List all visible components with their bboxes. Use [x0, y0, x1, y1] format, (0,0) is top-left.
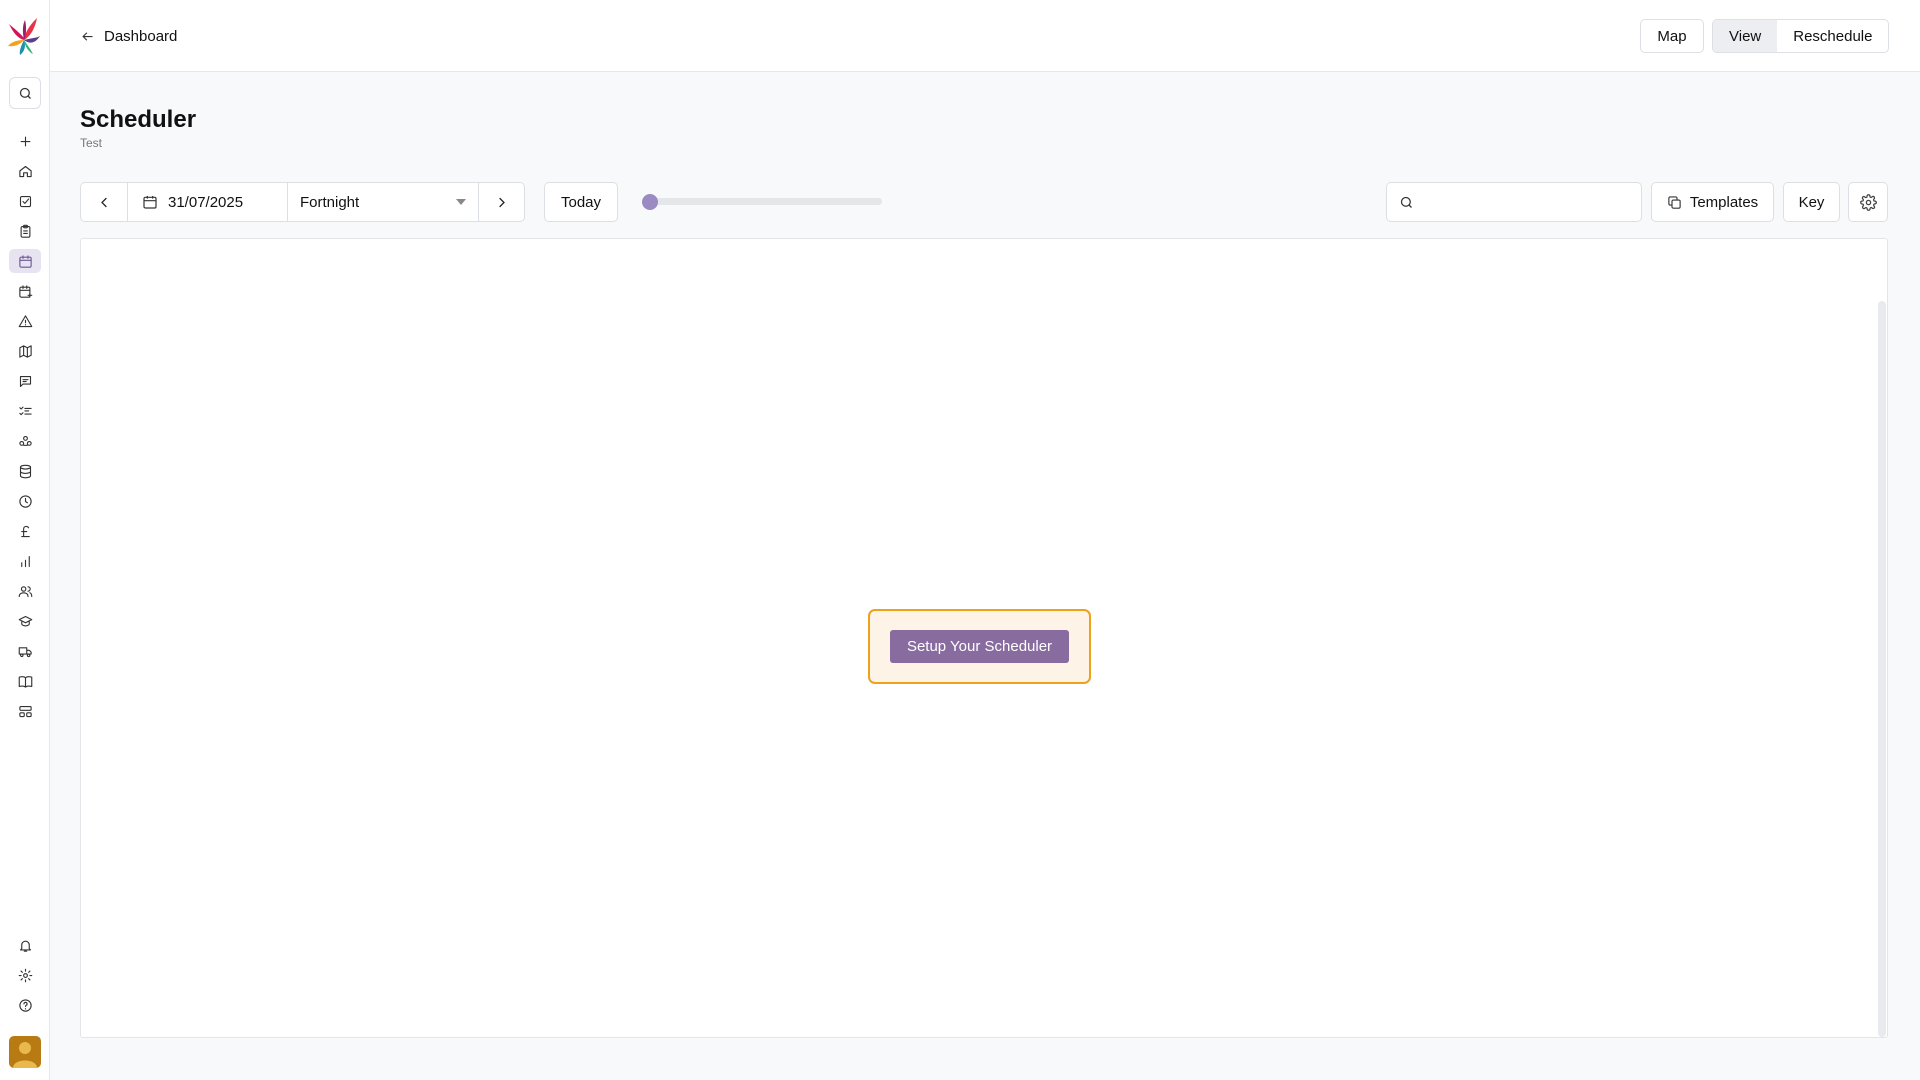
layout-icon	[18, 705, 32, 717]
sidebar-item-finance[interactable]	[9, 519, 41, 543]
period-select[interactable]: Fortnight	[287, 183, 478, 221]
warning-icon	[18, 314, 32, 327]
scheduler-search[interactable]	[1386, 182, 1642, 222]
search-icon	[1400, 196, 1412, 208]
calendar-plus-icon	[18, 284, 32, 298]
graduation-cap-icon	[18, 615, 32, 626]
map-icon	[18, 344, 32, 358]
page-title: Scheduler	[80, 106, 197, 133]
zoom-slider[interactable]	[642, 194, 882, 210]
sidebar-item-map[interactable]	[9, 339, 41, 363]
date-value: 31/07/2025	[168, 193, 244, 211]
previous-period-button[interactable]	[81, 183, 127, 221]
key-button[interactable]: Key	[1783, 182, 1840, 222]
group-icon	[18, 435, 32, 446]
sidebar-item-checklists[interactable]	[9, 399, 41, 423]
truck-icon	[18, 646, 32, 657]
sidebar-item-notifications[interactable]	[9, 933, 41, 957]
help-icon	[18, 998, 32, 1012]
copy-icon	[1668, 195, 1681, 209]
bar-chart-icon	[20, 555, 30, 567]
calendar-icon	[143, 196, 157, 209]
sidebar-item-teams[interactable]	[9, 429, 41, 453]
view-mode-toggle: View Reschedule	[1712, 19, 1890, 53]
clipboard-icon	[20, 224, 30, 238]
book-icon	[18, 675, 32, 688]
panel-scrollbar[interactable]	[1878, 301, 1886, 1037]
sidebar-item-jobs[interactable]	[9, 219, 41, 243]
arrow-left-icon	[82, 31, 93, 41]
back-link-label: Dashboard	[104, 27, 178, 45]
caret-down-icon	[456, 199, 466, 205]
gear-icon	[18, 968, 32, 982]
bell-icon	[19, 940, 31, 952]
view-button[interactable]: View	[1713, 20, 1778, 52]
sidebar-item-knowledge[interactable]	[9, 669, 41, 693]
sidebar	[0, 0, 50, 1080]
sidebar-item-messages[interactable]	[9, 369, 41, 393]
gear-icon	[1859, 193, 1877, 211]
today-button[interactable]: Today	[544, 182, 618, 222]
reschedule-button[interactable]: Reschedule	[1777, 20, 1888, 52]
sidebar-item-timesheets[interactable]	[9, 489, 41, 513]
sidebar-item-alerts[interactable]	[9, 309, 41, 333]
setup-scheduler-button[interactable]: Setup Your Scheduler	[889, 630, 1070, 663]
zoom-slider-handle[interactable]	[642, 194, 658, 210]
map-button[interactable]: Map	[1640, 19, 1704, 53]
sidebar-item-add[interactable]	[9, 129, 41, 153]
scheduler-settings-button[interactable]	[1848, 182, 1888, 222]
users-icon	[18, 585, 32, 597]
scheduler-search-input[interactable]	[1422, 193, 1632, 211]
date-navigator: 31/07/2025 Fortnight	[80, 182, 525, 222]
pound-icon	[20, 525, 30, 537]
clock-icon	[18, 494, 32, 508]
chevron-left-icon	[100, 197, 107, 207]
setup-callout: Setup Your Scheduler	[868, 609, 1091, 684]
top-bar: Dashboard Map View Reschedule	[50, 0, 1920, 72]
sidebar-item-vehicles[interactable]	[9, 639, 41, 663]
home-icon	[18, 165, 32, 177]
checklist-icon	[18, 406, 32, 415]
back-to-dashboard-link[interactable]: Dashboard	[80, 24, 177, 48]
sidebar-item-layouts[interactable]	[9, 699, 41, 723]
message-icon	[19, 375, 31, 387]
sidebar-item-bookings[interactable]	[9, 279, 41, 303]
period-selected-value: Fortnight	[300, 193, 360, 211]
templates-label: Templates	[1689, 193, 1759, 211]
sidebar-item-database[interactable]	[9, 459, 41, 483]
sidebar-item-scheduler[interactable]	[9, 249, 41, 273]
app-logo[interactable]	[7, 16, 41, 56]
database-icon	[19, 464, 31, 478]
chevron-right-icon	[499, 197, 505, 207]
scheduler-panel: Setup Your Scheduler	[80, 238, 1888, 1038]
sidebar-item-tasks[interactable]	[9, 189, 41, 213]
calendar-icon	[18, 254, 32, 268]
date-picker[interactable]: 31/07/2025	[127, 183, 287, 221]
sidebar-search-button[interactable]	[9, 77, 41, 109]
search-icon	[19, 87, 31, 99]
sidebar-item-training[interactable]	[9, 609, 41, 633]
sidebar-item-users[interactable]	[9, 579, 41, 603]
next-period-button[interactable]	[478, 183, 524, 221]
sidebar-item-home[interactable]	[9, 159, 41, 183]
sidebar-item-settings[interactable]	[9, 963, 41, 987]
page-subtitle: Test	[80, 136, 103, 150]
plus-icon	[20, 136, 30, 146]
templates-button[interactable]: Templates	[1651, 182, 1774, 222]
task-check-icon	[19, 195, 31, 207]
sidebar-item-reports[interactable]	[9, 549, 41, 573]
sidebar-item-help[interactable]	[9, 993, 41, 1017]
user-avatar[interactable]	[9, 1036, 41, 1068]
